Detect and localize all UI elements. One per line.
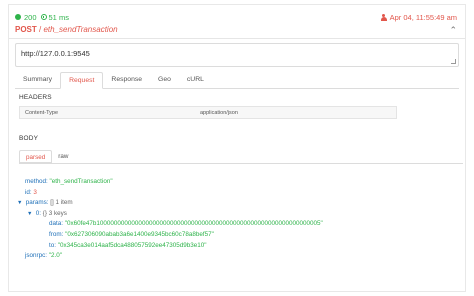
tree-row-params[interactable]: ▼ params: [] 1 item	[17, 198, 323, 209]
tree-row-jsonrpc: jsonrpc: "2.0"	[25, 251, 323, 262]
header-value: application/json	[200, 110, 238, 116]
request-panel: 200 51 ms Apr 04, 11:55:49 am POST / eth…	[8, 4, 466, 292]
tab-request[interactable]: Request	[60, 72, 104, 89]
header-name: Content-Type	[25, 110, 59, 116]
resize-handle-icon[interactable]	[451, 59, 456, 64]
caret-down-icon[interactable]: ▼	[27, 209, 34, 220]
tree-row-data: data: "0x60fe47b100000000000000000000000…	[25, 219, 323, 230]
status-code: 200	[24, 12, 37, 22]
tree-key: from:	[49, 230, 64, 238]
tab-curl[interactable]: cURL	[179, 72, 212, 89]
tree-key: method:	[25, 178, 48, 185]
tree-key: data:	[49, 220, 64, 228]
tree-key: 0:	[35, 209, 42, 217]
tree-key: id:	[25, 188, 32, 196]
tab-response[interactable]: Response	[103, 72, 150, 89]
clock-icon	[40, 14, 47, 20]
tree-value: "eth_sendTransaction"	[49, 178, 113, 185]
user-icon	[380, 13, 387, 21]
caret-down-icon[interactable]: ▼	[17, 198, 24, 209]
url-text: http://127.0.0.1:9545	[21, 49, 90, 58]
request-timestamp: Apr 04, 11:55:49 am	[389, 12, 457, 22]
detail-tabs: Summary Request Response Geo cURL	[15, 72, 459, 89]
chevron-up-icon[interactable]: ⌃	[449, 25, 457, 36]
body-view-tabs: parsed raw	[19, 150, 74, 163]
tree-row-from: from: "0x627306090abab3a6e1400e9345bc60c…	[25, 230, 323, 241]
http-method: POST	[15, 25, 37, 34]
tree-value: "2.0"	[48, 252, 63, 260]
rpc-endpoint: eth_sendTransaction	[43, 25, 118, 34]
tree-meta: {} 3 keys	[42, 209, 67, 217]
tree-value: "0x60fe47b100000000000000000000000000000…	[64, 220, 323, 228]
tree-key: params:	[25, 199, 49, 207]
tree-key: to:	[49, 241, 57, 249]
body-title: BODY	[19, 135, 39, 142]
tree-row-method: method: "eth_sendTransaction"	[25, 177, 323, 188]
tree-key: jsonrpc:	[25, 252, 48, 260]
request-line: POST / eth_sendTransaction	[15, 25, 118, 34]
divider	[19, 163, 463, 164]
tab-summary[interactable]: Summary	[15, 72, 60, 89]
tree-row-index-0[interactable]: ▼ 0: {} 3 keys	[25, 209, 323, 220]
tab-geo[interactable]: Geo	[150, 72, 179, 89]
headers-row: Content-Type application/json	[19, 106, 397, 119]
status-bar: 200 51 ms	[15, 11, 69, 23]
tab-raw[interactable]: raw	[52, 150, 74, 163]
json-tree: method: "eth_sendTransaction" id: 3 ▼ pa…	[17, 177, 323, 262]
tree-row-to: to: "0x345ca3e014aaf5dca488057592ee47305…	[25, 241, 323, 252]
path-separator: /	[39, 25, 42, 34]
tree-row-id: id: 3	[25, 188, 323, 199]
divider	[9, 38, 465, 39]
tree-value: 3	[33, 188, 37, 196]
url-field[interactable]: http://127.0.0.1:9545	[15, 43, 459, 67]
tree-value: "0x627306090abab3a6e1400e9345bc60c78a8be…	[65, 230, 214, 238]
tree-value: "0x345ca3e014aaf5dca488057592ee47305d9b3…	[57, 241, 207, 249]
response-duration: 51 ms	[48, 12, 69, 22]
headers-title: HEADERS	[19, 94, 52, 101]
tab-parsed[interactable]: parsed	[19, 150, 53, 163]
request-timestamp-group: Apr 04, 11:55:49 am	[380, 11, 457, 23]
tree-meta: [] 1 item	[50, 199, 73, 207]
status-dot-icon	[15, 14, 21, 20]
